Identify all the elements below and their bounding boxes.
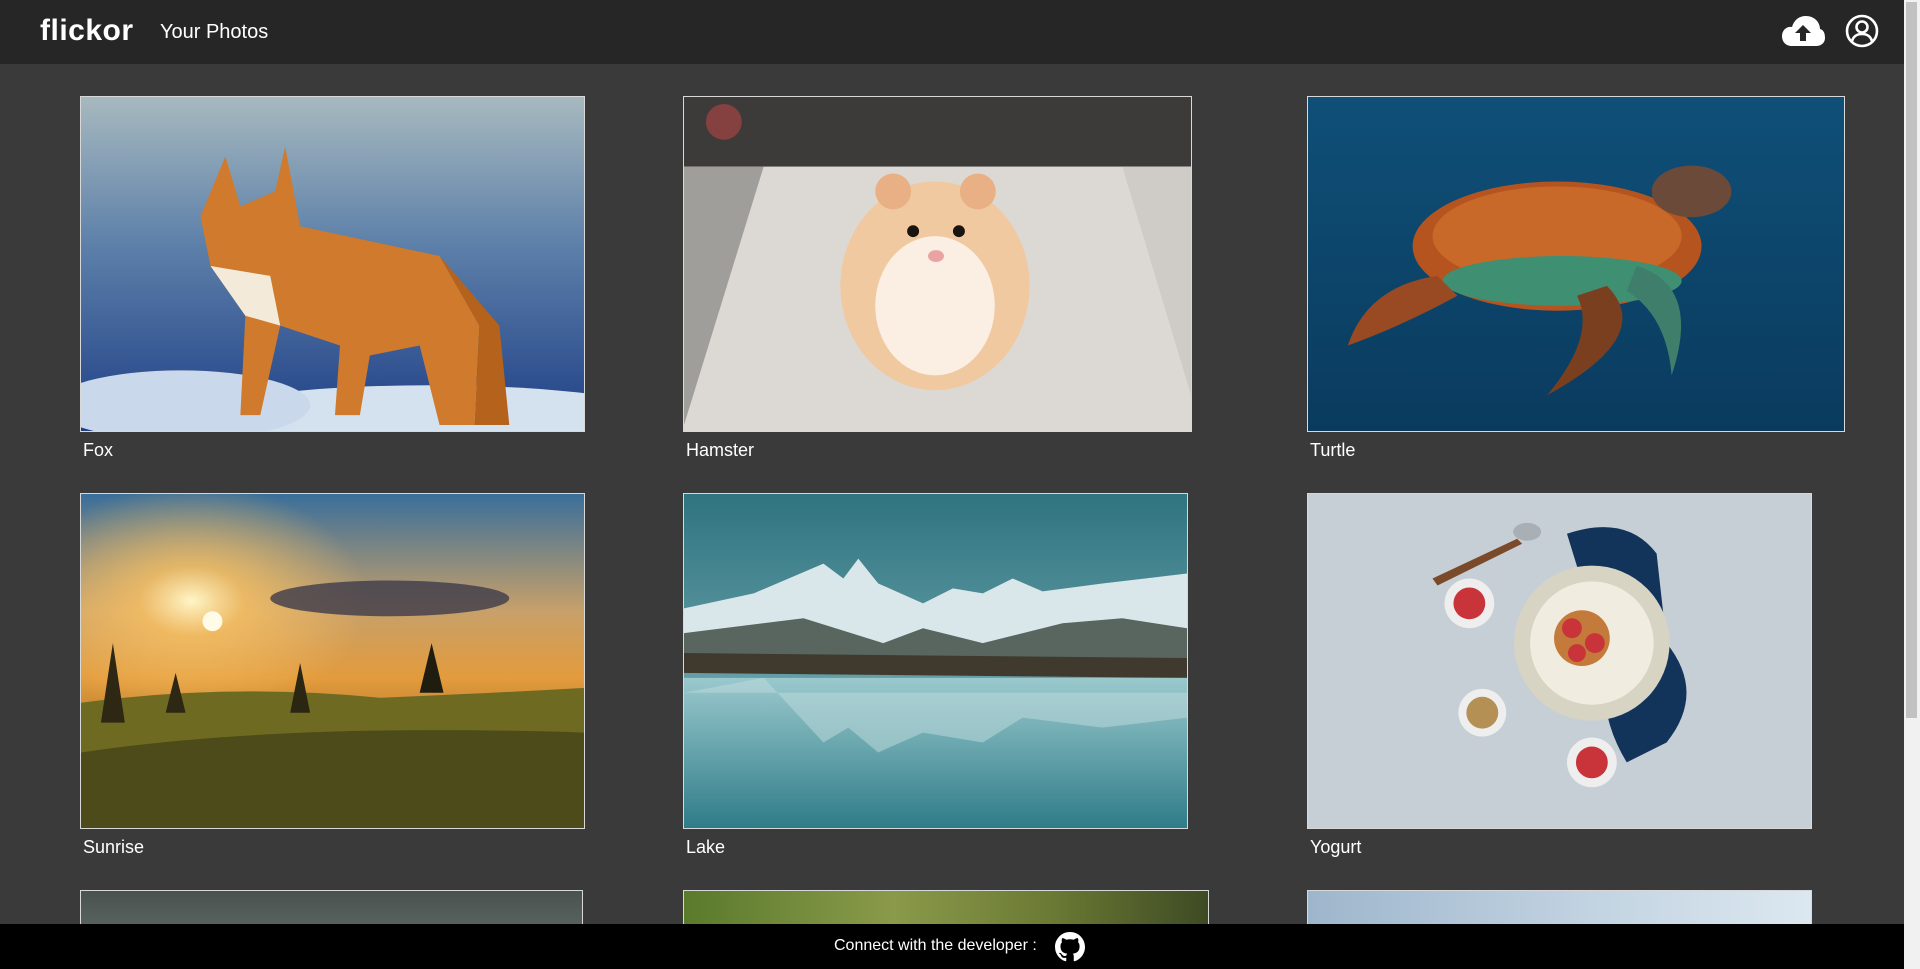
photo-yogurt[interactable] xyxy=(1307,493,1812,829)
photo-card-partial-1[interactable] xyxy=(80,890,583,924)
user-circle-icon xyxy=(1845,14,1879,48)
photo-caption: Yogurt xyxy=(1310,837,1362,857)
photo-card-turtle[interactable]: Turtle xyxy=(1307,96,1845,461)
photo-partial-3[interactable] xyxy=(1307,890,1812,924)
photo-card-partial-2[interactable] xyxy=(683,890,1209,924)
nav-your-photos[interactable]: Your Photos xyxy=(160,21,268,44)
photo-turtle[interactable] xyxy=(1307,96,1845,432)
scrollbar-thumb[interactable] xyxy=(1906,2,1917,718)
photo-partial-1[interactable] xyxy=(80,890,583,924)
photo-partial-2[interactable] xyxy=(683,890,1209,924)
github-link[interactable] xyxy=(1055,932,1085,962)
photo-caption: Turtle xyxy=(1310,440,1356,460)
photo-card-yogurt[interactable]: Yogurt xyxy=(1307,493,1812,858)
photo-card-lake[interactable]: Lake xyxy=(683,493,1188,858)
footer: Connect with the developer : xyxy=(0,924,1904,969)
photo-caption: Lake xyxy=(686,837,726,857)
brand-logo[interactable]: flickor xyxy=(40,14,134,48)
footer-text: Connect with the developer : xyxy=(834,937,1037,954)
github-icon xyxy=(1055,932,1085,962)
photo-fox[interactable] xyxy=(80,96,585,432)
cloud-upload-icon xyxy=(1782,16,1825,46)
photo-caption: Fox xyxy=(83,440,114,460)
photo-card-partial-3[interactable] xyxy=(1307,890,1812,924)
top-navbar: flickor Your Photos xyxy=(0,0,1904,64)
photo-caption: Sunrise xyxy=(83,837,145,857)
photo-caption: Hamster xyxy=(686,440,755,460)
photo-card-hamster[interactable]: Hamster xyxy=(683,96,1192,461)
photo-lake[interactable] xyxy=(683,493,1188,829)
upload-button[interactable] xyxy=(1781,14,1825,50)
photo-sunrise[interactable] xyxy=(80,493,585,829)
photo-card-fox[interactable]: Fox xyxy=(80,96,585,461)
photo-hamster[interactable] xyxy=(683,96,1192,432)
account-button[interactable] xyxy=(1845,14,1879,48)
photo-card-sunrise[interactable]: Sunrise xyxy=(80,493,585,858)
